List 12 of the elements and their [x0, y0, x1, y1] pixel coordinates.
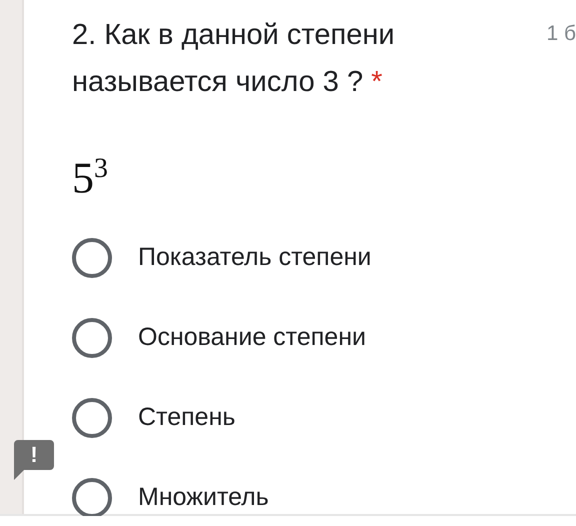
- radio-button[interactable]: [72, 398, 112, 438]
- radio-button[interactable]: [72, 318, 112, 358]
- question-title: 2. Как в данной степени называется число 3 ? *: [72, 18, 396, 100]
- radio-button[interactable]: [72, 478, 112, 516]
- math-expression: 5$^{3}$: [72, 152, 109, 204]
- points-label: 1 б: [546, 22, 576, 46]
- option-label: Множитель: [138, 483, 269, 512]
- radio-button[interactable]: [72, 238, 112, 278]
- option-label: Основание степени: [138, 323, 366, 352]
- option-label: Степень: [138, 403, 236, 432]
- option-label: Показатель степени: [138, 243, 372, 272]
- report-badge[interactable]: !: [14, 440, 54, 480]
